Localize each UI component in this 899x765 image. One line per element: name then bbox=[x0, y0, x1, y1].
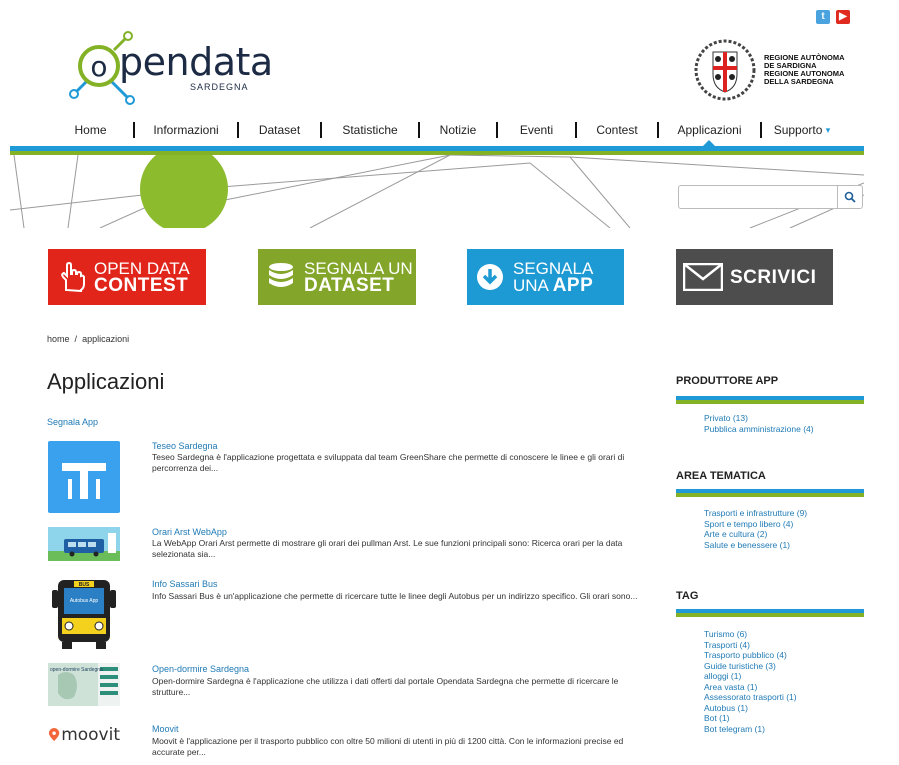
sidebar-item[interactable]: Bot telegram (1) bbox=[704, 724, 797, 735]
logo-text: pendata bbox=[119, 40, 273, 84]
teseo-thumbnail[interactable] bbox=[48, 441, 120, 513]
sidebar-item[interactable]: Bot (1) bbox=[704, 713, 797, 724]
app-description: La WebApp Orari Arst permette di mostrar… bbox=[152, 538, 623, 559]
sidebar-item[interactable]: Turismo (6) bbox=[704, 629, 797, 640]
info-sassari-bus-thumbnail[interactable]: BUS Autobus App bbox=[48, 578, 120, 650]
sidebar-item[interactable]: Privato (13) bbox=[704, 413, 814, 424]
app-name[interactable]: Teseo Sardegna bbox=[152, 441, 218, 451]
open-dormire-thumbnail[interactable]: open-dormire Sardegna bbox=[48, 663, 120, 706]
chevron-down-icon: ▾ bbox=[825, 124, 831, 135]
segnala-app-banner[interactable]: SEGNALA UNA APP bbox=[467, 249, 624, 305]
logo-subtitle: SARDEGNA bbox=[190, 82, 249, 92]
app-name[interactable]: Open-dormire Sardegna bbox=[152, 664, 249, 674]
open-data-contest-banner[interactable]: OPEN DATA CONTEST bbox=[48, 249, 206, 305]
moovit-logo-text: moovit bbox=[61, 725, 120, 745]
nav-applicazioni[interactable]: Applicazioni bbox=[659, 123, 760, 137]
segnala-dataset-banner[interactable]: SEGNALA UN DATASET bbox=[258, 249, 416, 305]
sidebar-item[interactable]: Arte e cultura (2) bbox=[704, 529, 807, 540]
main-nav: Home Informazioni Dataset Statistiche No… bbox=[48, 122, 860, 138]
sidebar-list-produttore: Privato (13) Pubblica amministrazione (4… bbox=[704, 413, 814, 434]
sidebar-list-tag: Turismo (6) Trasporti (4) Trasporto pubb… bbox=[704, 629, 797, 734]
nav-contest[interactable]: Contest bbox=[577, 123, 657, 137]
svg-text:BUS: BUS bbox=[79, 582, 90, 588]
sidebar-heading-tag: TAG bbox=[676, 590, 699, 602]
breadcrumb: home / applicazioni bbox=[47, 334, 130, 344]
app-description: Teseo Sardegna è l'applicazione progetta… bbox=[152, 452, 625, 473]
envelope-icon bbox=[676, 263, 730, 291]
youtube-icon[interactable]: ▶ bbox=[836, 10, 850, 24]
nav-statistiche[interactable]: Statistiche bbox=[322, 123, 418, 137]
scrivici-banner[interactable]: SCRIVICI bbox=[676, 249, 833, 305]
app-name[interactable]: Orari Arst WebApp bbox=[152, 527, 227, 537]
svg-text:o: o bbox=[90, 50, 107, 83]
sidebar-item[interactable]: alloggi (1) bbox=[704, 671, 797, 682]
sidebar-item[interactable]: Assessorato trasporti (1) bbox=[704, 692, 797, 703]
sidebar-list-area: Trasporti e infrastrutture (9) Sport e t… bbox=[704, 508, 807, 550]
breadcrumb-home[interactable]: home bbox=[47, 334, 70, 344]
database-icon bbox=[258, 262, 304, 292]
hand-pointer-icon bbox=[48, 262, 94, 292]
nav-dataset[interactable]: Dataset bbox=[239, 123, 320, 137]
sidebar-divider bbox=[676, 493, 864, 497]
app-name[interactable]: Info Sassari Bus bbox=[152, 579, 218, 589]
sidebar-item[interactable]: Trasporto pubblico (4) bbox=[704, 650, 797, 661]
sidebar-heading-area: AREA TEMATICA bbox=[676, 470, 766, 482]
nav-informazioni[interactable]: Informazioni bbox=[135, 123, 237, 137]
search-button[interactable] bbox=[838, 185, 863, 209]
search-input[interactable] bbox=[678, 185, 838, 209]
region-name: REGIONE AUTÒNOMA DE SARDIGNA REGIONE AUT… bbox=[764, 53, 845, 86]
sidebar-divider bbox=[676, 613, 864, 617]
orari-arst-thumbnail[interactable] bbox=[48, 527, 120, 561]
download-icon bbox=[467, 262, 513, 292]
search-icon bbox=[844, 191, 856, 203]
sidebar-item[interactable]: Trasporti (4) bbox=[704, 640, 797, 651]
svg-text:open-dormire Sardegna: open-dormire Sardegna bbox=[50, 667, 103, 673]
nav-supporto[interactable]: Supporto ▾ bbox=[762, 123, 842, 137]
app-name[interactable]: Moovit bbox=[152, 724, 179, 734]
sidebar-divider bbox=[676, 400, 864, 404]
nav-notizie[interactable]: Notizie bbox=[420, 123, 496, 137]
location-pin-icon bbox=[48, 728, 60, 742]
sidebar-heading-produttore: PRODUTTORE APP bbox=[676, 375, 779, 387]
sidebar-item[interactable]: Salute e benessere (1) bbox=[704, 540, 807, 551]
svg-text:Autobus App: Autobus App bbox=[70, 598, 99, 604]
sidebar-item[interactable]: Autobus (1) bbox=[704, 703, 797, 714]
segnala-app-link[interactable]: Segnala App bbox=[47, 417, 98, 427]
sidebar-item[interactable]: Sport e tempo libero (4) bbox=[704, 519, 807, 530]
bus-illustration-icon bbox=[48, 533, 120, 561]
nav-eventi[interactable]: Eventi bbox=[498, 123, 575, 137]
bus-front-icon: BUS Autobus App bbox=[52, 580, 116, 649]
nav-home[interactable]: Home bbox=[48, 123, 133, 137]
map-screenshot-icon: open-dormire Sardegna bbox=[48, 663, 118, 706]
sidebar-item[interactable]: Trasporti e infrastrutture (9) bbox=[704, 508, 807, 519]
moovit-thumbnail[interactable]: moovit bbox=[48, 722, 120, 748]
app-description: Open-dormire Sardegna è l'applicazione c… bbox=[152, 676, 619, 697]
sidebar-item[interactable]: Pubblica amministrazione (4) bbox=[704, 424, 814, 435]
sidebar-item[interactable]: Area vasta (1) bbox=[704, 682, 797, 693]
app-description: Info Sassari Bus è un'applicazione che p… bbox=[152, 591, 638, 601]
region-crest-icon bbox=[694, 38, 756, 102]
page-title: Applicazioni bbox=[47, 369, 165, 394]
sidebar-item[interactable]: Guide turistiche (3) bbox=[704, 661, 797, 672]
breadcrumb-current: applicazioni bbox=[82, 334, 130, 344]
twitter-icon[interactable]: t bbox=[816, 10, 830, 24]
teseo-logo-icon bbox=[62, 463, 106, 499]
app-description: Moovit è l'applicazione per il trasporto… bbox=[152, 736, 624, 757]
